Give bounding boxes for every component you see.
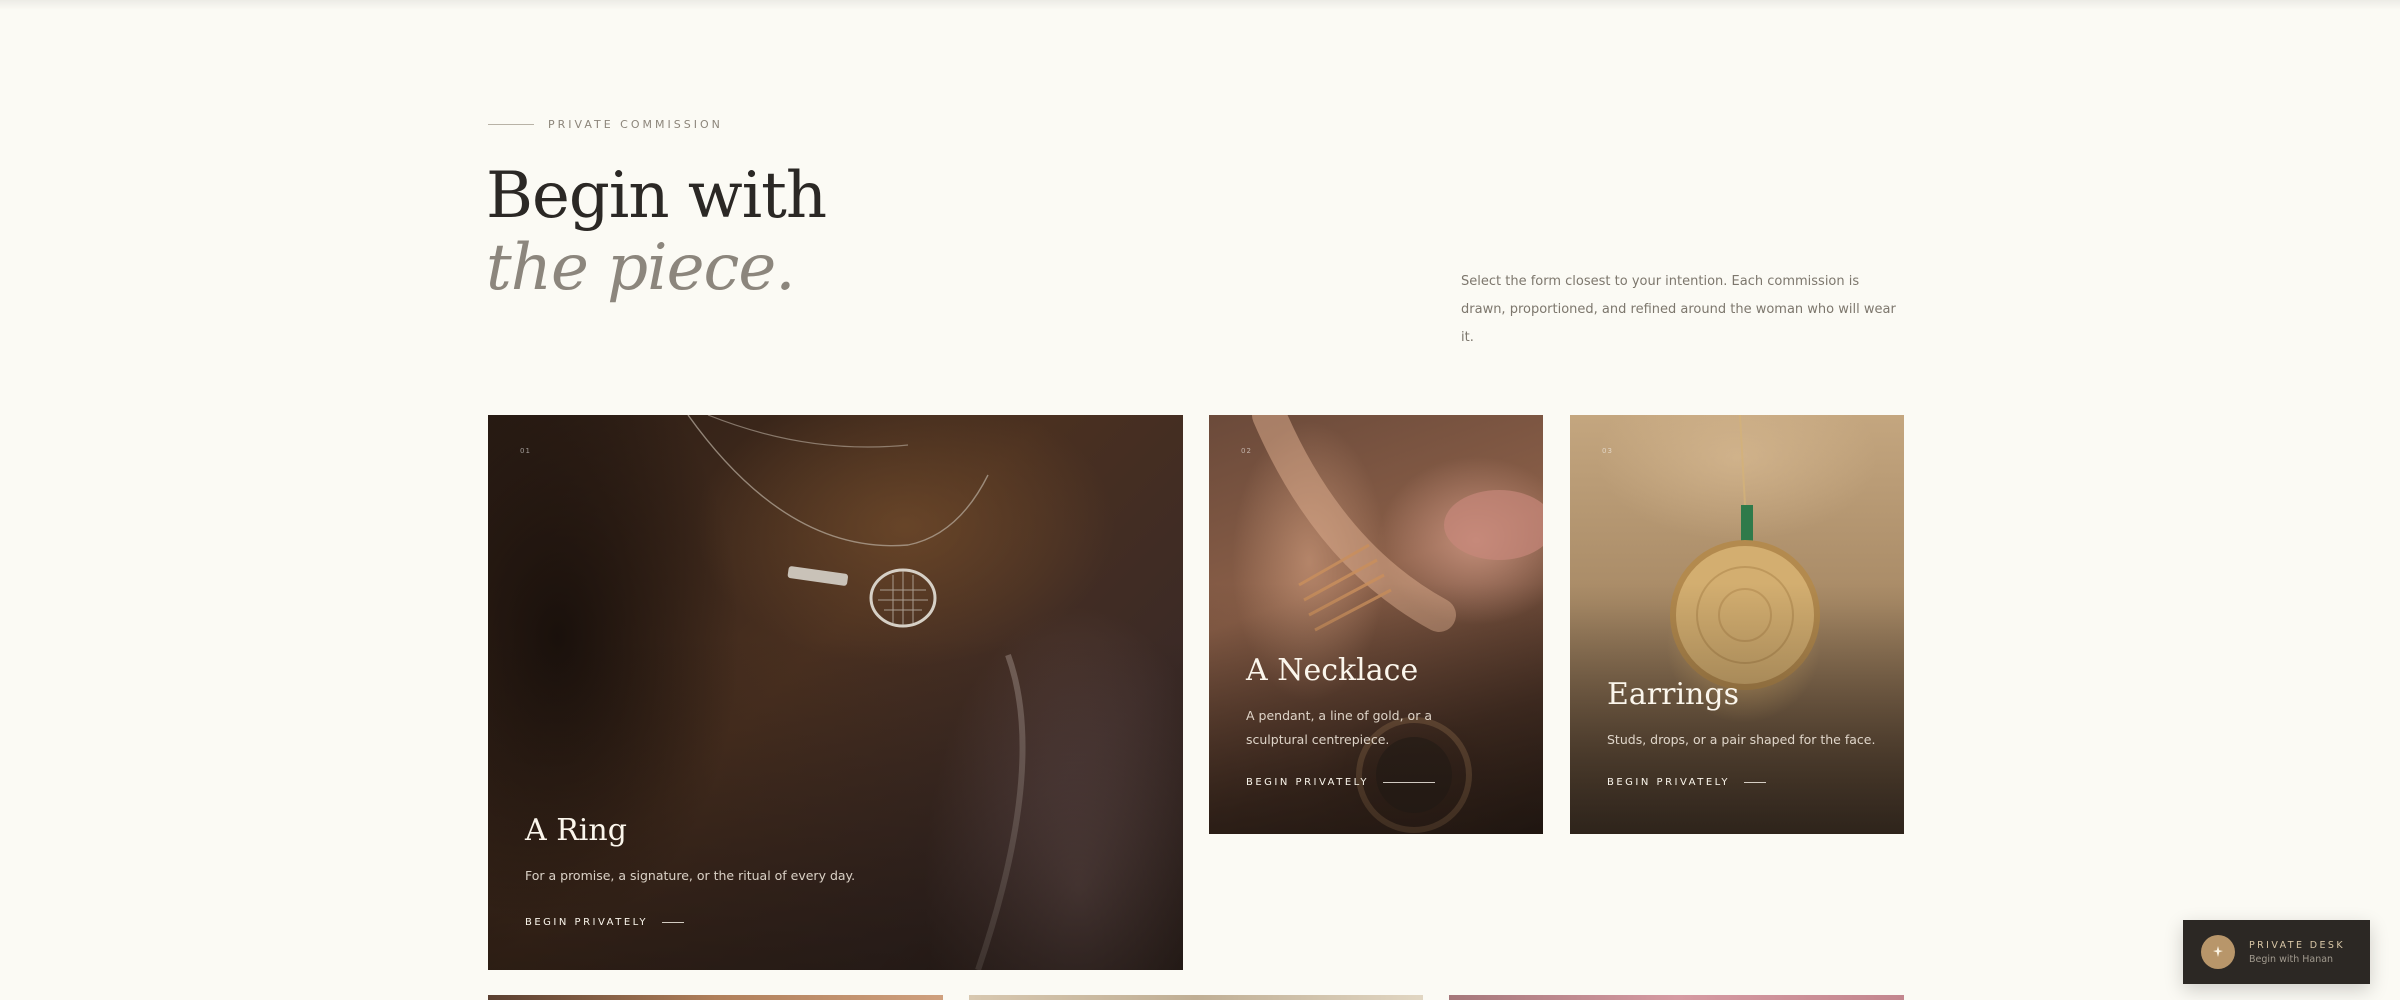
card-title: A Necklace: [1246, 653, 1419, 688]
card-index: 03: [1602, 447, 1613, 455]
card-ring[interactable]: 01 A Ring For a promise, a signature, or…: [488, 415, 1183, 970]
section-headline: Begin with the piece.: [486, 159, 827, 305]
cta-arrow-line: [1383, 782, 1436, 783]
card-index: 01: [520, 447, 531, 455]
cta-arrow-line: [662, 922, 685, 923]
card-description: Studs, drops, or a pair shaped for the f…: [1607, 732, 1876, 747]
cta-label: BEGIN PRIVATELY: [1607, 777, 1731, 788]
coin-pendant-photo-illustration: [1670, 415, 1820, 690]
card-description: A pendant, a line of gold, or a sculptur…: [1246, 708, 1432, 747]
cta-arrow-line: [1744, 782, 1767, 783]
card-earrings[interactable]: 03 Earrings Studs, drops, or a pair shap…: [1570, 415, 1904, 834]
eyebrow-rule: [488, 124, 534, 125]
hand-rings-photo-illustration: [1252, 415, 1543, 833]
begin-privately-ring-link[interactable]: BEGIN PRIVATELY: [525, 917, 685, 928]
top-shadow: [0, 0, 2400, 10]
eyebrow-label: PRIVATE COMMISSION: [548, 118, 723, 131]
next-row-card-3[interactable]: [1449, 995, 1904, 1000]
card-index: 02: [1241, 447, 1252, 455]
begin-privately-necklace-link[interactable]: BEGIN PRIVATELY: [1246, 777, 1436, 788]
private-desk-button[interactable]: PRIVATE DESK Begin with Hanan: [2183, 920, 2370, 984]
private-desk-subtitle: Begin with Hanan: [2249, 953, 2334, 965]
sparkle-pin-icon: [2201, 935, 2235, 969]
headline-line-2: the piece.: [486, 231, 796, 305]
begin-privately-earrings-link[interactable]: BEGIN PRIVATELY: [1607, 777, 1767, 788]
private-desk-title: PRIVATE DESK: [2249, 939, 2345, 951]
section-eyebrow: PRIVATE COMMISSION: [488, 118, 723, 131]
headline-line-1: Begin with: [486, 159, 827, 233]
cta-label: BEGIN PRIVATELY: [525, 917, 649, 928]
private-desk-text: PRIVATE DESK Begin with Hanan: [2249, 940, 2345, 965]
cta-label: BEGIN PRIVATELY: [1246, 777, 1370, 788]
card-title: Earrings: [1607, 677, 1739, 712]
card-title: A Ring: [525, 813, 627, 848]
next-row-card-2[interactable]: [969, 995, 1423, 1000]
page: PRIVATE COMMISSION Begin with the piece.…: [0, 0, 2400, 1000]
section-intro: Select the form closest to your intentio…: [1461, 274, 1896, 345]
card-necklace[interactable]: 02 A Necklace A pendant, a line of gold,…: [1209, 415, 1543, 834]
next-row-card-1[interactable]: [488, 995, 943, 1000]
card-description: For a promise, a signature, or the ritua…: [525, 868, 856, 883]
